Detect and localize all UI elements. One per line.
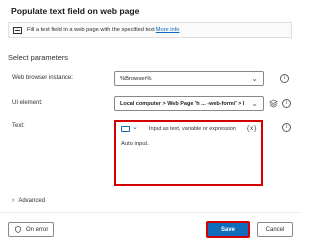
browser-instance-select[interactable]: %Browser% ⌄ xyxy=(114,71,264,86)
info-text: Fill a text field in a web page with the… xyxy=(27,27,155,33)
populate-text-field-dialog: Populate text field on web page Fill a t… xyxy=(0,0,300,243)
section-title: Select parameters xyxy=(8,53,68,62)
text-value[interactable]: Auto input. xyxy=(121,141,149,147)
info-icon[interactable]: i xyxy=(282,123,291,132)
browser-instance-value: %Browser% xyxy=(120,75,152,82)
info-icon[interactable]: i xyxy=(282,99,291,108)
chevron-down-icon: ⌄ xyxy=(251,74,258,83)
on-error-button[interactable]: On error xyxy=(8,222,54,237)
text-input-area[interactable]: ⌄ Input as text, variable or expression … xyxy=(114,120,263,186)
on-error-label: On error xyxy=(26,226,49,233)
advanced-label: Advanced xyxy=(18,197,46,204)
ui-element-select[interactable]: Local computer > Web Page 'h ... -web-fo… xyxy=(114,96,264,111)
chevron-down-icon: ⌄ xyxy=(251,99,258,108)
cancel-button[interactable]: Cancel xyxy=(257,222,293,237)
chevron-down-icon[interactable]: ⌄ xyxy=(132,123,138,131)
footer-divider xyxy=(0,212,300,213)
info-icon[interactable]: i xyxy=(280,74,289,83)
shield-icon xyxy=(15,226,21,233)
variable-picker-button[interactable]: {x} xyxy=(246,125,257,132)
input-mode-label: Input as text, variable or expression xyxy=(149,126,236,132)
dialog-title: Populate text field on web page xyxy=(11,6,140,16)
advanced-toggle[interactable]: › Advanced xyxy=(12,197,45,204)
ui-element-label: UI element: xyxy=(12,100,43,106)
info-banner: Fill a text field in a web page with the… xyxy=(8,22,292,38)
save-button[interactable]: Save xyxy=(206,221,250,238)
text-label: Text: xyxy=(12,123,25,129)
text-field-icon xyxy=(13,26,22,34)
chevron-right-icon: › xyxy=(12,197,15,204)
text-mode-icon[interactable] xyxy=(121,126,130,132)
ui-element-value: Local computer > Web Page 'h ... -web-fo… xyxy=(120,100,245,107)
more-info-link[interactable]: More info xyxy=(156,27,180,33)
browser-instance-label: Web browser instance: xyxy=(12,75,73,81)
layers-icon[interactable] xyxy=(269,99,278,108)
